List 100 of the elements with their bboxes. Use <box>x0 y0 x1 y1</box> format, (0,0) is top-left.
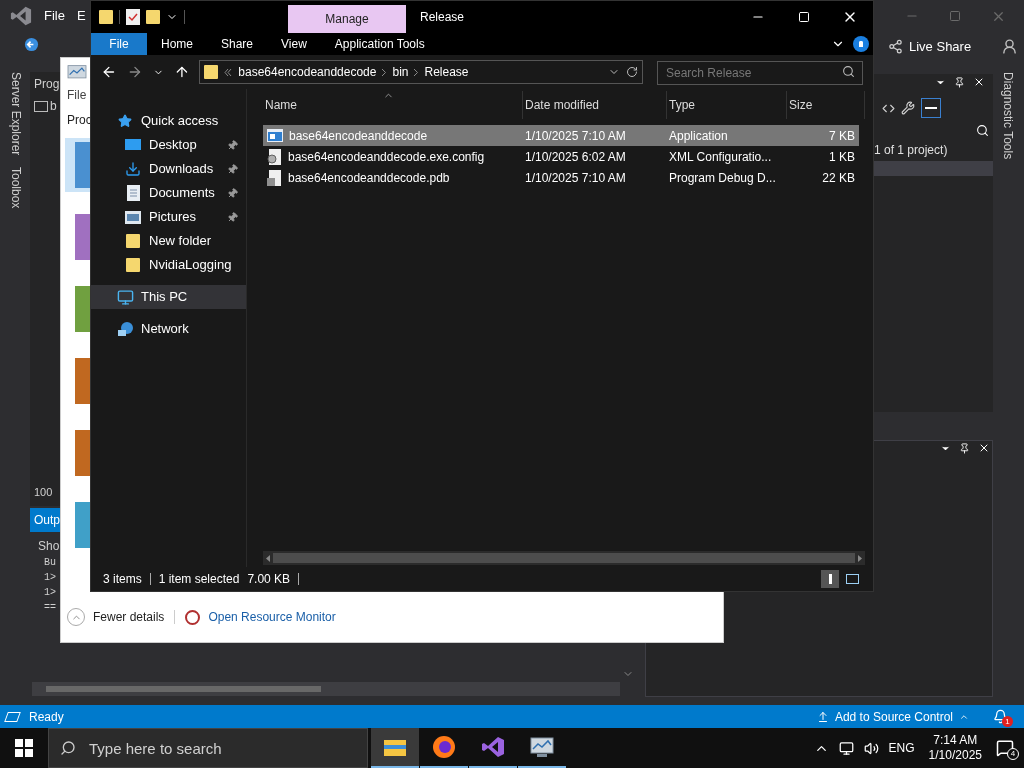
nav-label: Downloads <box>149 160 214 179</box>
file-row[interactable]: base64encodeanddecode.exe.config 1/10/2025 6:02 AM XML Configuratio... 1 KB <box>263 146 859 167</box>
properties-icon[interactable] <box>921 98 941 118</box>
debug-file-icon <box>267 169 282 186</box>
monitor-chart-icon <box>530 736 554 758</box>
network-icon[interactable] <box>838 740 854 756</box>
taskbar-app[interactable] <box>371 728 419 768</box>
file-row[interactable]: base64encodeanddecode 1/10/2025 7:10 AM Application 7 KB <box>263 125 859 146</box>
back-icon[interactable] <box>24 37 39 52</box>
selection-info: 1 item selected <box>158 571 240 588</box>
date-cell-text: 1/10/2025 7:10 AM <box>524 127 627 145</box>
wrench-icon[interactable] <box>901 101 915 115</box>
file-name: base64encodeanddecode.pdb <box>288 169 450 187</box>
scroll-left-icon[interactable] <box>266 554 270 562</box>
search-icon[interactable] <box>842 65 855 78</box>
fewer-details-link[interactable]: Fewer details <box>93 608 165 626</box>
feedback-icon[interactable] <box>1001 38 1019 56</box>
breadcrumb-item[interactable]: base64encodeanddecode <box>238 63 377 81</box>
help-icon[interactable] <box>853 36 869 52</box>
nav-item[interactable]: New folder <box>91 229 246 253</box>
window-title: Release <box>420 9 465 26</box>
close-icon[interactable] <box>978 442 990 454</box>
nav-item[interactable]: Quick access <box>91 109 246 133</box>
scrollbar-thumb[interactable] <box>273 553 855 563</box>
nav-item[interactable]: Network <box>91 317 246 341</box>
restore-icon[interactable] <box>949 10 961 22</box>
nav-item[interactable]: Downloads <box>91 157 246 181</box>
folder-icon <box>146 9 160 25</box>
computer-icon <box>116 288 134 306</box>
live-share-button[interactable]: Live Share <box>888 37 972 57</box>
taskbar-search-field[interactable]: Type here to search <box>48 728 368 768</box>
document-tab[interactable]: Prog <box>34 75 60 93</box>
nav-label: New folder <box>149 232 212 251</box>
folder-icon <box>126 257 140 273</box>
nav-item[interactable]: Desktop <box>91 133 246 157</box>
menu-item[interactable]: File <box>67 86 87 104</box>
breadcrumb-item[interactable]: Release <box>424 63 469 81</box>
size-cell-text: 22 KB <box>821 169 856 187</box>
monitor-chart-icon <box>67 64 87 82</box>
details-view-button[interactable] <box>821 570 839 588</box>
menu-item[interactable]: File <box>44 6 65 26</box>
network-icon <box>116 320 134 338</box>
nav-item[interactable]: Pictures <box>91 205 246 229</box>
folder-icon <box>384 738 406 756</box>
output-line: 1> <box>44 586 57 600</box>
download-icon <box>125 161 141 177</box>
nav-item[interactable]: NvidiaLogging <box>91 253 246 277</box>
type-cell-text: XML Configuratio... <box>668 148 773 166</box>
maximize-icon[interactable] <box>798 11 810 23</box>
nav-item[interactable]: Documents <box>91 181 246 205</box>
zoom-level[interactable]: 100 <box>34 483 60 500</box>
side-tab[interactable]: Server Explorer <box>7 72 25 156</box>
close-icon[interactable] <box>973 76 985 88</box>
side-tab[interactable]: Diagnostic Tools <box>999 72 1017 160</box>
column-header[interactable]: Type <box>667 91 787 119</box>
document-icon <box>126 185 140 201</box>
file-menu-button[interactable]: File <box>91 33 147 55</box>
item-count: 3 items <box>103 571 142 588</box>
scroll-right-icon[interactable] <box>858 554 862 562</box>
notification-count: 1 <box>1002 716 1013 727</box>
solution-item[interactable]: b <box>50 97 57 115</box>
search-field[interactable]: Search Release <box>657 61 863 85</box>
file-row[interactable]: base64encodeanddecode.pdb 1/10/2025 7:10 AM Program Debug D... 22 KB <box>263 167 859 188</box>
start-icon[interactable] <box>15 739 33 757</box>
menu-item[interactable]: E <box>76 6 86 26</box>
nav-label: Documents <box>149 184 215 203</box>
desktop-icon <box>125 138 141 152</box>
nav-label: Desktop <box>149 136 197 155</box>
file-name: base64encodeanddecode <box>289 127 428 145</box>
ribbon-tab[interactable]: Application Tools <box>320 33 439 55</box>
column-header[interactable]: Size <box>787 91 865 119</box>
ribbon-tab[interactable]: View <box>267 33 321 55</box>
source-control-button[interactable]: Add to Source Control <box>816 707 969 726</box>
resource-monitor-link[interactable]: Open Resource Monitor <box>208 608 336 626</box>
side-tab[interactable]: Toolbox <box>7 167 25 209</box>
column-header[interactable]: Name <box>263 91 523 119</box>
address-bar[interactable]: base64encodeanddecode bin Release <box>199 60 643 84</box>
ribbon-tab[interactable]: Home <box>147 33 207 55</box>
search-icon[interactable] <box>976 124 989 137</box>
refresh-icon[interactable] <box>626 66 638 78</box>
notification-icon[interactable] <box>993 709 1008 724</box>
breadcrumb-item[interactable]: bin <box>392 63 409 81</box>
pin-icon[interactable] <box>959 442 970 454</box>
language-indicator[interactable]: ENG <box>888 739 915 757</box>
nav-item[interactable]: This PC <box>91 285 246 309</box>
output-tab[interactable]: Outp <box>30 508 60 532</box>
resource-monitor-icon <box>185 609 201 625</box>
infinity-logo-icon <box>481 735 505 759</box>
pin-icon[interactable] <box>954 76 965 88</box>
ribbon-tab[interactable]: Share <box>207 33 268 55</box>
solution-summary: 1 of 1 project) <box>874 142 949 159</box>
back-icon[interactable] <box>101 64 117 80</box>
action-center-icon[interactable] <box>996 739 1014 757</box>
performance-tile[interactable] <box>65 138 91 192</box>
column-header[interactable]: Date modified <box>523 91 667 119</box>
selection-size: 7.00 KB <box>247 571 291 588</box>
file-name: base64encodeanddecode.exe.config <box>288 148 485 166</box>
clock[interactable]: 7:14 AM 1/10/2025 <box>928 733 982 763</box>
browser-icon <box>432 735 456 759</box>
scrollbar-thumb[interactable] <box>46 686 321 692</box>
